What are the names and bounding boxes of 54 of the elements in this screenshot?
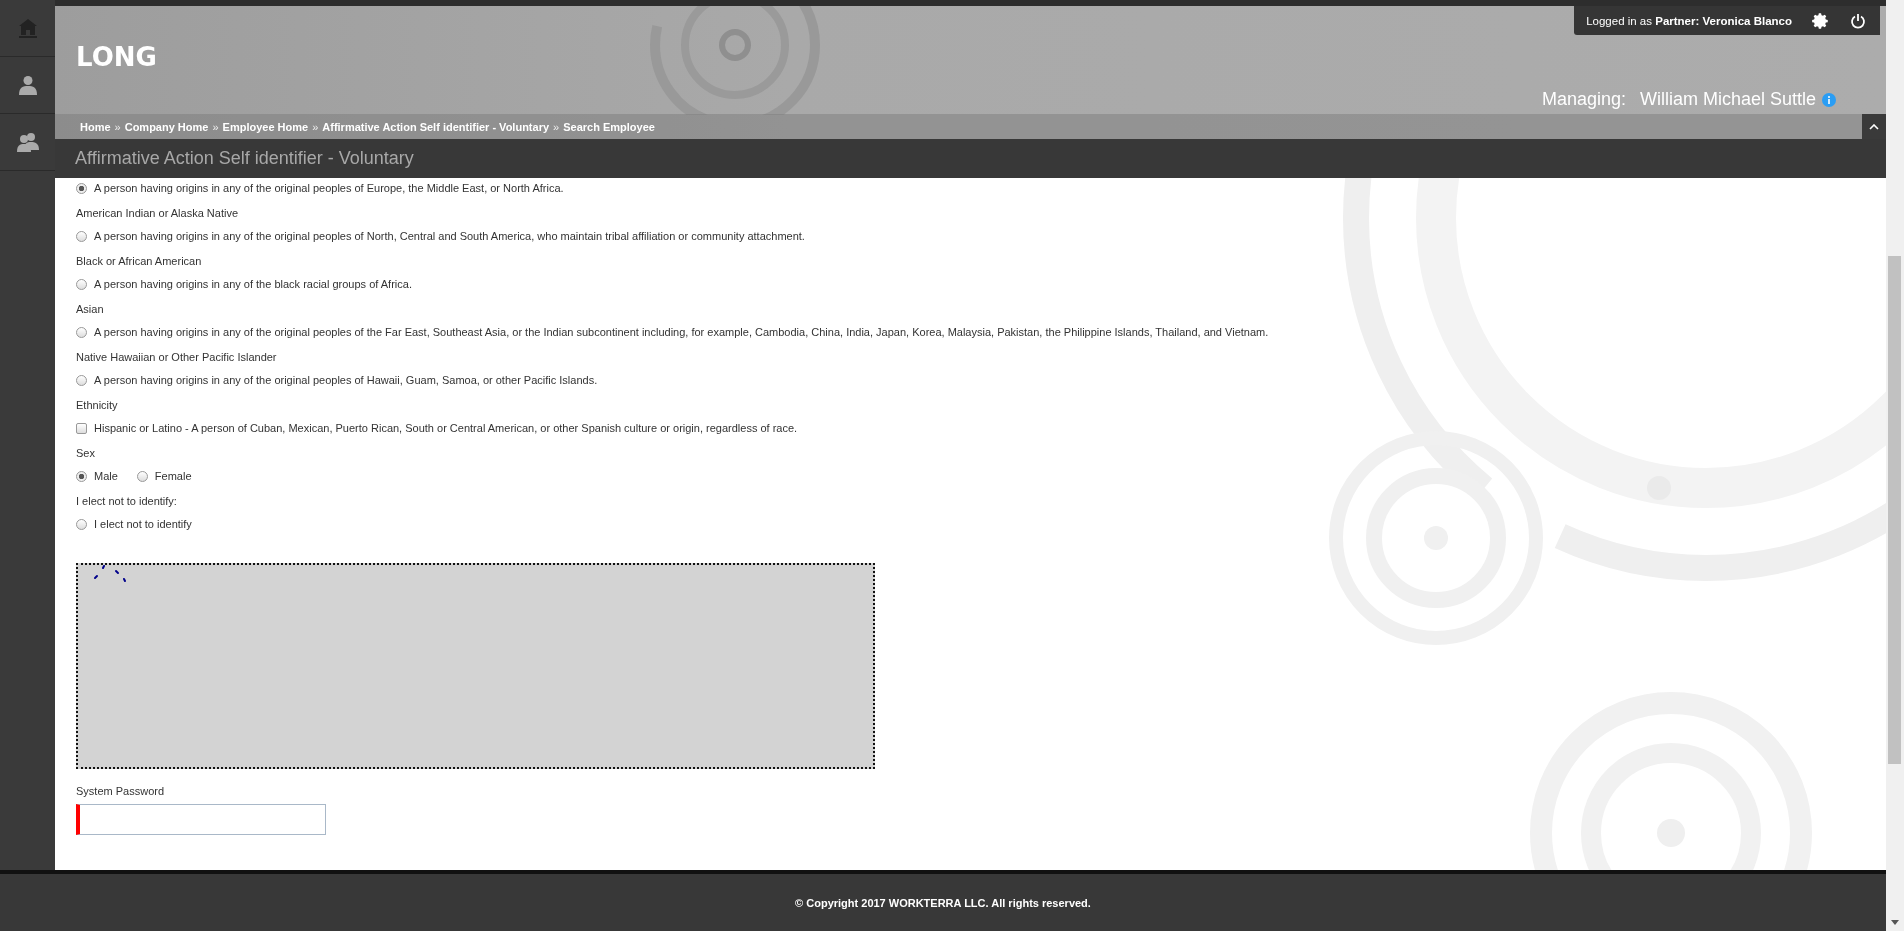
race-label: Asian xyxy=(76,303,105,315)
radio-button[interactable] xyxy=(76,518,87,530)
home-icon xyxy=(17,18,38,38)
option-text: A person having origins in any of the black racial groups of Africa. xyxy=(94,278,412,290)
option-text: I elect not to identify xyxy=(94,518,192,530)
password-label: System Password xyxy=(76,785,166,797)
copyright-text: © Copyright 2017 WORKTERRA LLC. All rights reserved. xyxy=(795,896,1091,909)
radio-button[interactable] xyxy=(76,278,87,290)
ethnicity-label: Ethnicity xyxy=(76,399,119,411)
breadcrumb-link[interactable]: Employee Home xyxy=(222,120,309,133)
radio-button[interactable] xyxy=(76,470,87,482)
scrollbar-thumb[interactable] xyxy=(1888,256,1901,764)
option-text: A person having origins in any of the original peoples of Hawaii, Guam, Samoa, or other Pacific Islands. xyxy=(94,374,598,386)
settings-icon[interactable] xyxy=(1812,11,1830,30)
option-text: A person having origins in any of the original peoples of Europe, the Middle East, or North Africa. xyxy=(94,182,564,194)
breadcrumb-separator: » xyxy=(553,120,560,133)
race-label: Native Hawaiian or Other Pacific Islander xyxy=(76,351,278,363)
breadcrumb-link[interactable]: Company Home xyxy=(124,120,209,133)
radio-button[interactable] xyxy=(76,374,87,386)
option-text: Hispanic or Latino - A person of Cuban, Mexican, Puerto Rican, South or Central American, or other Spanish culture or origin, regardless of race. xyxy=(94,422,798,434)
sex-label: Sex xyxy=(76,447,96,459)
people-icon xyxy=(15,132,40,152)
login-status: Logged in as Partner: Veronica Blanco xyxy=(1586,14,1792,27)
managing-label: Managing: xyxy=(1541,89,1626,110)
scrollbar[interactable] xyxy=(1886,0,1904,931)
breadcrumb-link[interactable]: Affirmative Action Self identifier - Voluntary xyxy=(322,120,550,133)
logo: LONG xyxy=(76,42,157,72)
chevron-up-icon xyxy=(1869,123,1879,130)
ink-marks-icon xyxy=(92,565,128,583)
radio-button[interactable] xyxy=(76,230,87,242)
breadcrumb-separator: » xyxy=(114,120,121,133)
radio-button[interactable] xyxy=(76,182,87,194)
scroll-down-icon[interactable] xyxy=(1891,920,1899,925)
person-icon xyxy=(17,75,38,95)
page-title: Affirmative Action Self identifier - Voluntary xyxy=(75,148,414,169)
collapse-button[interactable] xyxy=(1862,114,1886,139)
breadcrumb-separator: » xyxy=(312,120,319,133)
breadcrumb-separator: » xyxy=(212,120,219,133)
password-field[interactable] xyxy=(76,804,326,835)
radio-button[interactable] xyxy=(76,326,87,338)
option-text: A person having origins in any of the original peoples of North, Central and South America, who maintain tribal affiliation or community attachment. xyxy=(94,230,805,242)
option-text: Female xyxy=(154,470,192,482)
breadcrumb-link[interactable]: Search Employee xyxy=(563,120,655,133)
breadcrumb-link[interactable]: Home xyxy=(80,120,111,133)
option-text: A person having origins in any of the original peoples of the Far East, Southeast Asia, or the Indian subcontinent including, for example, Cambodia, China, India, Japan, Korea, Malaysia, Pakistan, the Philippine Islands, Thailand, and Vietnam. xyxy=(94,326,1269,338)
power-icon[interactable] xyxy=(1850,12,1866,29)
opt-out-label: I elect not to identify: xyxy=(76,495,178,507)
managed-employee-name: William Michael Suttle xyxy=(1639,89,1816,110)
race-label: Black or African American xyxy=(76,255,203,267)
checkbox[interactable] xyxy=(76,422,87,434)
option-text: Male xyxy=(94,470,118,482)
info-icon[interactable] xyxy=(1822,92,1836,107)
race-label: American Indian or Alaska Native xyxy=(76,207,240,219)
radio-button[interactable] xyxy=(136,470,148,482)
